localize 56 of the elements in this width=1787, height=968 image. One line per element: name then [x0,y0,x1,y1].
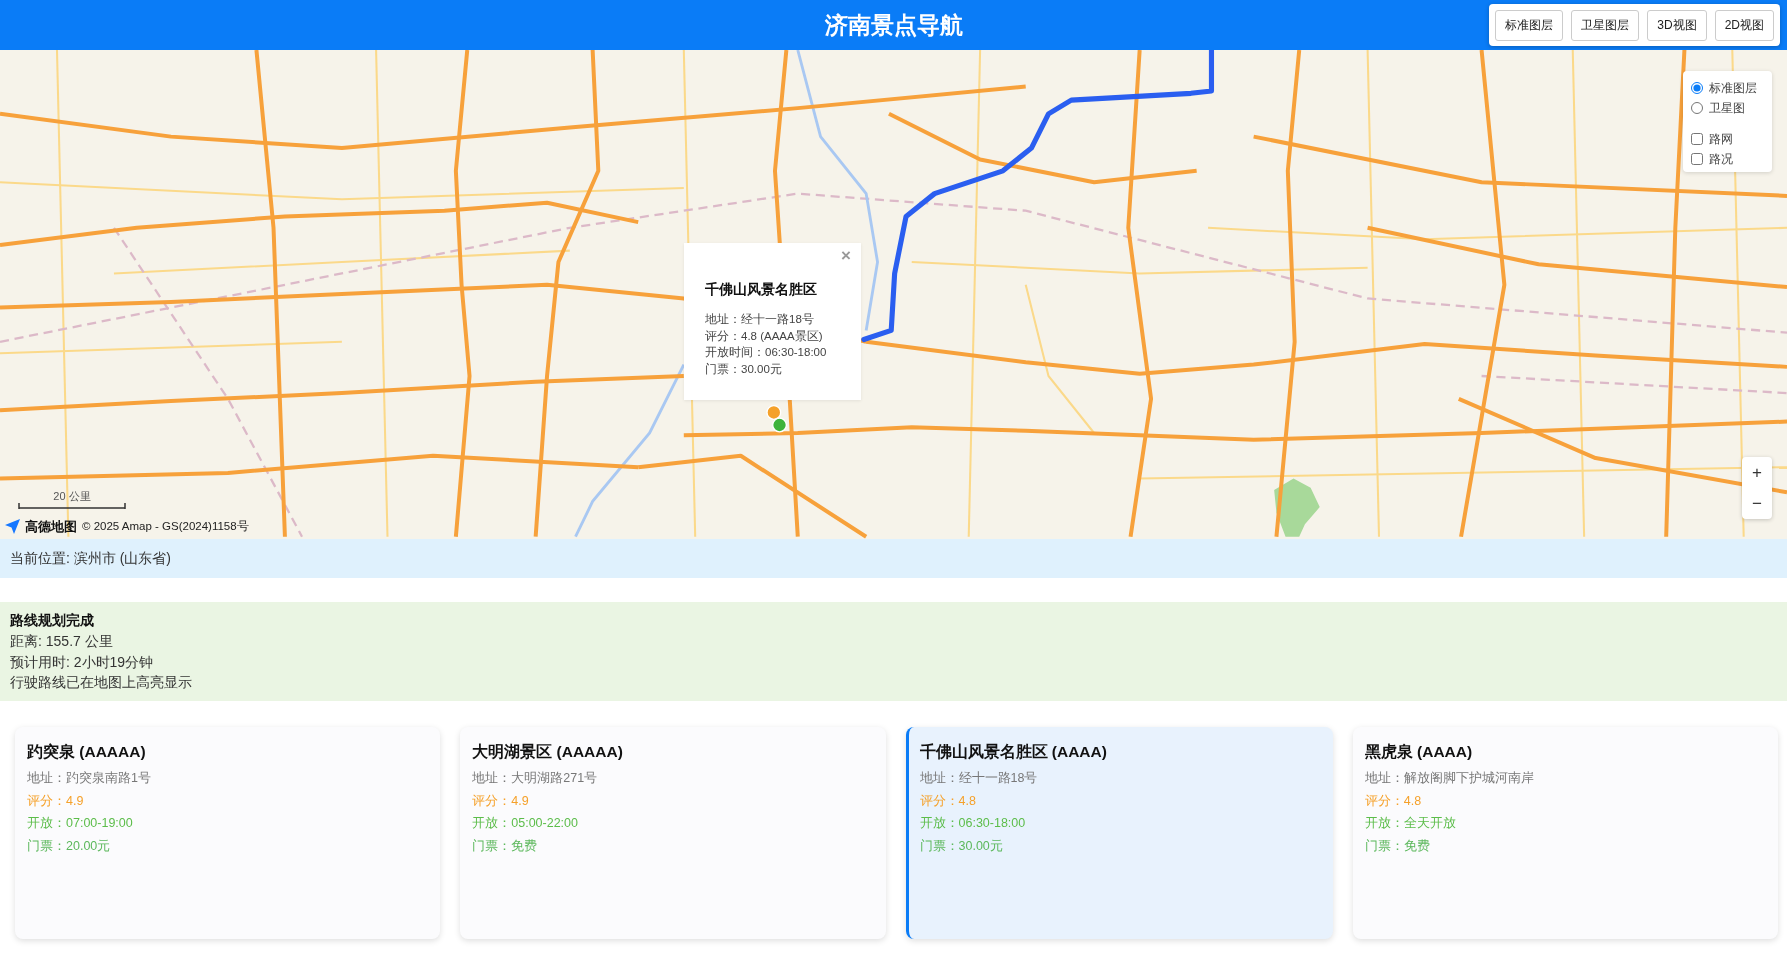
rating-text: 评分：4.8 [1364,792,1423,810]
toolbar-button[interactable]: 3D视图 [1647,9,1707,41]
zoom-in-button[interactable]: + [1742,457,1772,488]
logo-text: 高德地图 [25,518,77,536]
spot-title: 千佛山风景名胜区 (AAAA) [919,742,1108,762]
address-text: 地址：经十一路18号 [919,770,1039,787]
hours-text: 开放：07:00-19:00 [27,815,134,833]
toolbar-button[interactable]: 卫星图层 [1571,9,1640,41]
zoom-out-button[interactable]: − [1742,488,1772,519]
hours-text: 开放：全天开放 [1364,815,1457,833]
radio-button[interactable] [1691,102,1703,114]
popup-text: 门票：30.00元 [705,361,783,377]
address-text: 地址：解放阁脚下护城河南岸 [1364,770,1535,787]
address-text: 地址：大明湖路271号 [472,770,599,787]
popup-text: 地址：经十一路18号 [705,312,815,327]
rating-text: 评分：4.8 [919,792,977,810]
app-title: 济南景点导航 [824,11,963,40]
route-info-text: 预计用时: 2小时19分钟 [10,652,155,672]
spot-title: 趵突泉 (AAAAA) [27,742,147,762]
radio-button[interactable] [1691,82,1703,94]
radio-label: 卫星图 [1709,100,1745,117]
address-text: 地址：趵突泉南路1号 [27,770,152,787]
hours-text: 开放：05:00-22:00 [472,815,579,833]
navigation-arrow-icon [5,519,20,535]
map-marker-icon[interactable] [772,417,788,433]
location-text: 当前位置: 滨州市 (山东省) [10,549,171,568]
spot-card[interactable]: 趵突泉 (AAAAA) 地址：趵突泉南路1号 评分：4.9 开放：07:00-19:00 门票：20.00元 [15,727,441,939]
scale-bar-icon [18,503,126,509]
checkbox-label: 路网 [1709,131,1733,148]
scale-label: 20 公里 [53,490,91,503]
route-status-title: 路线规划完成 [10,611,95,630]
rating-text: 评分：4.9 [472,792,530,810]
map-marker-icon[interactable] [766,404,782,420]
radio-label: 标准图层 [1709,80,1757,97]
hours-text: 开放：06:30-18:00 [919,815,1027,833]
ticket-text: 门票：30.00元 [919,838,1004,856]
popup-title: 千佛山风景名胜区 [705,280,818,299]
popup-text: 评分：4.8 (AAAA景区) [705,328,824,344]
spot-card[interactable]: 千佛山风景名胜区 (AAAA) 地址：经十一路18号 评分：4.8 开放：06:30-18:00 门票：30.00元 [905,727,1333,939]
ticket-text: 门票：免费 [1364,838,1431,856]
ticket-text: 门票：20.00元 [27,838,112,856]
spot-title: 大明湖景区 (AAAAA) [472,742,624,762]
checkbox[interactable] [1691,133,1703,145]
spot-title: 黑虎泉 (AAAA) [1364,742,1474,762]
ticket-text: 门票：免费 [472,838,539,856]
toolbar-button[interactable]: 标准图层 [1495,9,1564,41]
checkbox-label: 路况 [1709,151,1733,168]
rating-text: 评分：4.9 [27,792,85,810]
spot-card[interactable]: 大明湖景区 (AAAAA) 地址：大明湖路271号 评分：4.9 开放：05:00-22:00 门票：免费 [460,727,886,939]
route-info-text: 距离: 155.7 公里 [10,632,114,651]
spot-card[interactable]: 黑虎泉 (AAAA) 地址：解放阁脚下护城河南岸 评分：4.8 开放：全天开放 门票：免费 [1352,727,1778,939]
copyright-text: © 2025 Amap - GS(2024)1158号 [82,519,249,535]
checkbox[interactable] [1691,153,1703,165]
toolbar-button[interactable]: 2D视图 [1714,9,1774,41]
popup-text: 开放时间：06:30-18:00 [705,345,828,360]
route-info-text: 行驶路线已在地图上高亮显示 [10,673,193,692]
